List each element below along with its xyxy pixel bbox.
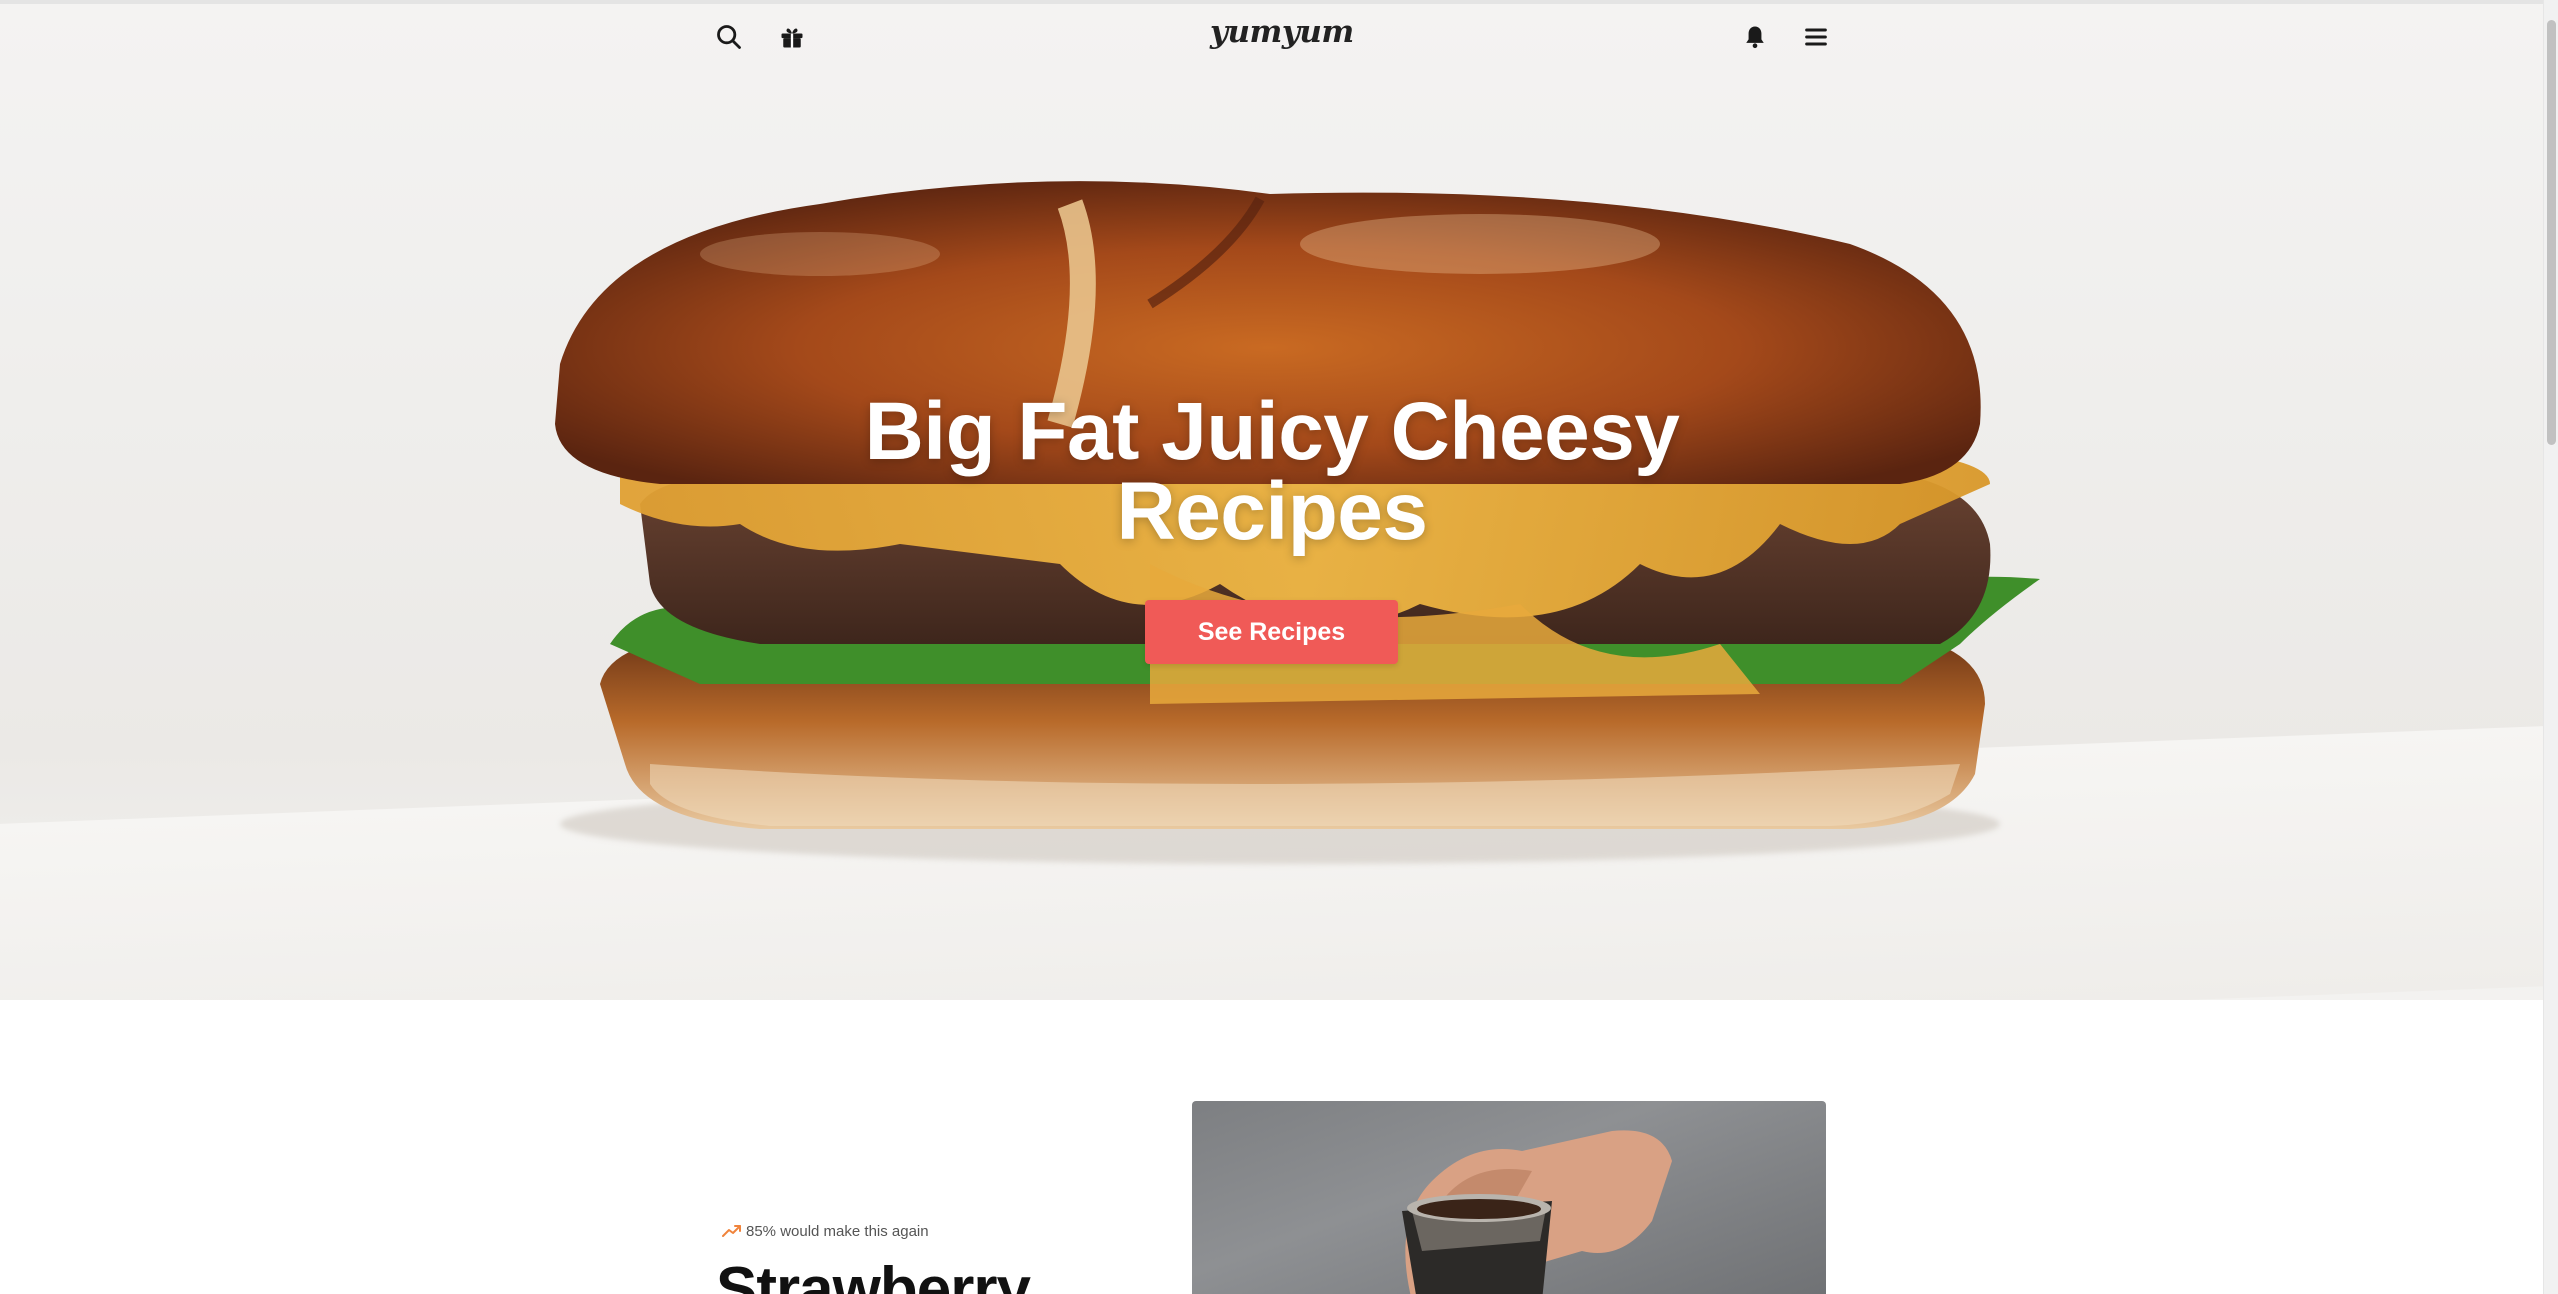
bell-icon[interactable] [1740, 22, 1770, 52]
featured-recipe-image[interactable] [1192, 1101, 1826, 1294]
menu-icon[interactable] [1801, 22, 1831, 52]
pouring-jigger-image [1402, 1130, 1672, 1294]
hero-title: Big Fat Juicy Cheesy Recipes [864, 386, 1680, 557]
site-logo[interactable]: yumyum [1210, 14, 1354, 54]
make-again-stat: 85% would make this again [722, 1220, 929, 1242]
stat-text: 85% would make this again [746, 1222, 929, 1240]
search-icon[interactable] [714, 22, 744, 52]
page-scrollbar[interactable] [2543, 0, 2558, 1294]
see-recipes-button[interactable]: See Recipes [1145, 600, 1398, 664]
featured-recipe-title[interactable]: Strawberry [716, 1250, 1216, 1294]
trending-up-icon [722, 1225, 741, 1237]
top-navigation: yumyum [0, 4, 2543, 66]
scrollbar-thumb[interactable] [2547, 20, 2556, 445]
gift-icon[interactable] [777, 22, 807, 52]
